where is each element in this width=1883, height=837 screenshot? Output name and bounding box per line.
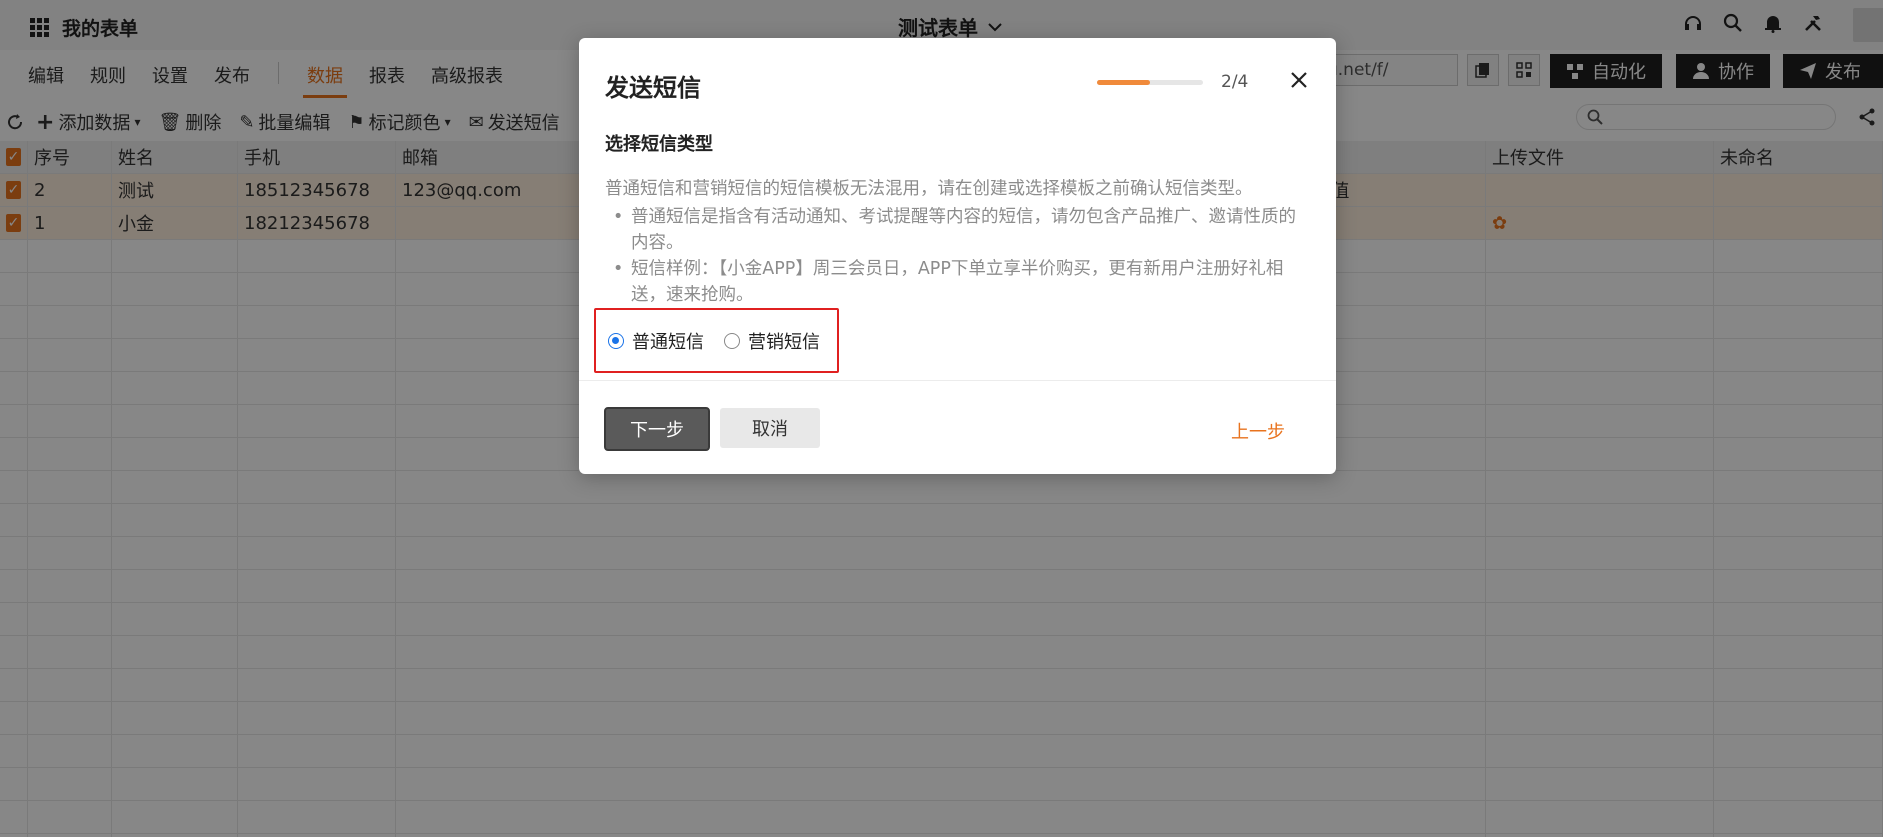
previous-step-link[interactable]: 上一步 bbox=[1231, 418, 1285, 444]
close-button[interactable] bbox=[1287, 68, 1311, 92]
description-bullet: 普通短信是指含有活动通知、考试提醒等内容的短信，请勿包含产品推广、邀请性质的内容… bbox=[605, 204, 1305, 256]
close-icon bbox=[1291, 72, 1307, 88]
description-text: 普通短信和营销短信的短信模板无法混用，请在创建或选择模板之前确认短信类型。 bbox=[605, 179, 1253, 199]
radio-unselected-icon[interactable] bbox=[724, 332, 740, 349]
radio-normal-sms-label: 普通短信 bbox=[632, 331, 704, 353]
dialog-title: 发送短信 bbox=[605, 74, 701, 102]
footer-divider bbox=[579, 380, 1336, 381]
step-counter: 2/4 bbox=[1221, 72, 1249, 92]
description-bullets: 普通短信是指含有活动通知、考试提醒等内容的短信，请勿包含产品推广、邀请性质的内容… bbox=[605, 204, 1305, 308]
next-step-button[interactable]: 下一步 bbox=[604, 407, 710, 451]
step-progress-fill bbox=[1097, 80, 1150, 85]
step-progress-bar bbox=[1097, 80, 1203, 85]
send-sms-dialog: 发送短信 2/4 选择短信类型 普通短信和营销短信的短信模板无法混用，请在创建或… bbox=[579, 38, 1336, 474]
sms-type-radio-group: 普通短信 营销短信 bbox=[594, 308, 839, 373]
description-bullet: 短信样例：【小金APP】周三会员日，APP下单立享半价购买，更有新用户注册好礼相… bbox=[605, 256, 1305, 308]
radio-selected-icon[interactable] bbox=[608, 332, 624, 349]
sms-type-description: 普通短信和营销短信的短信模板无法混用，请在创建或选择模板之前确认短信类型。 普通… bbox=[605, 176, 1305, 308]
radio-marketing-sms[interactable]: 营销短信 bbox=[724, 328, 820, 354]
section-title: 选择短信类型 bbox=[605, 134, 713, 155]
radio-marketing-sms-label: 营销短信 bbox=[748, 331, 820, 353]
cancel-button[interactable]: 取消 bbox=[720, 408, 820, 448]
radio-normal-sms[interactable]: 普通短信 bbox=[608, 328, 704, 354]
